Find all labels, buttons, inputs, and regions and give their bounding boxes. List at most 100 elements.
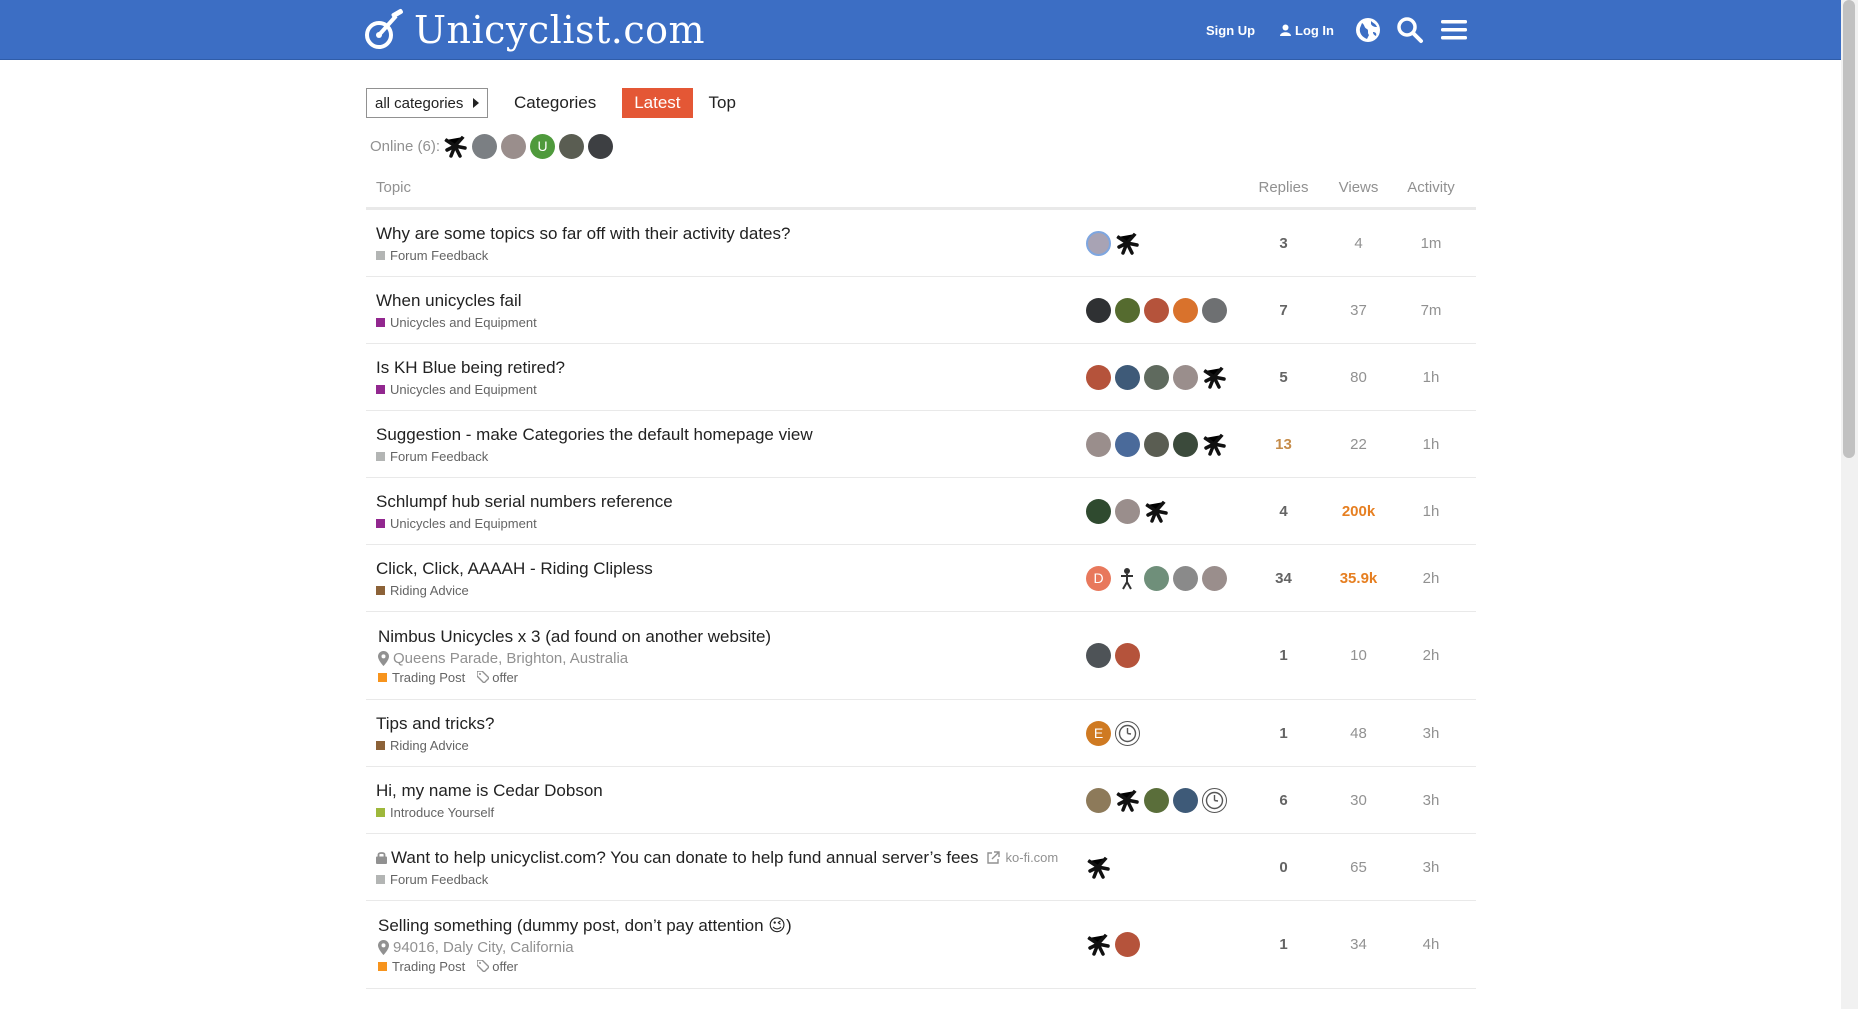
avatar[interactable] (588, 133, 614, 159)
avatar[interactable] (1115, 720, 1140, 746)
table-row[interactable]: Suggestion - make Categories the default… (366, 411, 1476, 478)
scrollbar-thumb[interactable] (1843, 0, 1855, 458)
column-views[interactable]: Views (1321, 179, 1396, 196)
category-badge[interactable]: Introduce Yourself (376, 805, 494, 820)
avatar[interactable] (1115, 565, 1140, 591)
activity-time[interactable]: 1h (1396, 503, 1466, 520)
avatar[interactable] (1173, 565, 1198, 591)
avatar[interactable] (1086, 643, 1111, 668)
table-row[interactable]: Click, Click, AAAAH - Riding Clipless Ri… (366, 545, 1476, 612)
column-replies[interactable]: Replies (1246, 179, 1321, 196)
hamburger-menu-icon[interactable] (1438, 14, 1470, 46)
table-row[interactable]: Want to help unicyclist.com? You can don… (366, 834, 1476, 901)
avatar[interactable] (1202, 364, 1227, 390)
activity-time[interactable]: 7m (1396, 302, 1466, 319)
avatar[interactable] (1173, 297, 1198, 323)
tab-top[interactable]: Top (697, 88, 748, 118)
table-row[interactable]: Is KH Blue being retired? Unicycles and … (366, 344, 1476, 411)
topic-title[interactable]: Hi, my name is Cedar Dobson (376, 781, 1086, 801)
avatar[interactable]: D (1086, 565, 1111, 591)
avatar[interactable] (1115, 297, 1140, 323)
topic-title[interactable]: Want to help unicyclist.com? You can don… (391, 848, 979, 868)
category-badge[interactable]: Riding Advice (376, 738, 469, 753)
avatar[interactable] (443, 133, 469, 159)
topic-title[interactable]: Schlumpf hub serial numbers reference (376, 492, 1086, 512)
topic-title[interactable]: Tips and tricks? (376, 714, 1086, 734)
avatar[interactable] (1115, 364, 1140, 390)
category-badge[interactable]: Unicycles and Equipment (376, 315, 537, 330)
topic-tag[interactable]: offer (477, 959, 518, 974)
avatar[interactable] (1144, 297, 1169, 323)
activity-time[interactable]: 2h (1396, 570, 1466, 587)
avatar[interactable] (1086, 787, 1111, 813)
topic-location[interactable]: 94016, Daly City, California (378, 939, 1086, 956)
table-row[interactable]: Selling something (dummy post, don’t pay… (366, 901, 1476, 989)
category-badge[interactable]: Trading Post (378, 959, 465, 974)
activity-time[interactable]: 3h (1396, 725, 1466, 742)
avatar[interactable] (1086, 297, 1111, 323)
external-domain[interactable]: ko-fi.com (1006, 850, 1059, 865)
site-logo[interactable]: Unicyclist.com (362, 4, 705, 56)
topic-location[interactable]: Queens Parade, Brighton, Australia (378, 650, 1086, 667)
activity-time[interactable]: 3h (1396, 859, 1466, 876)
topic-title[interactable]: Click, Click, AAAAH - Riding Clipless (376, 559, 1086, 579)
category-badge[interactable]: Trading Post (378, 670, 465, 685)
avatar[interactable] (1115, 787, 1140, 813)
tab-categories[interactable]: Categories (502, 88, 608, 118)
activity-time[interactable]: 3h (1396, 792, 1466, 809)
topic-title[interactable]: Is KH Blue being retired? (376, 358, 1086, 378)
sign-up-button[interactable]: Sign Up (1206, 0, 1255, 60)
table-row[interactable]: When unicycles fail Unicycles and Equipm… (366, 277, 1476, 344)
avatar[interactable] (1202, 787, 1227, 813)
table-row[interactable]: Schlumpf hub serial numbers reference Un… (366, 478, 1476, 545)
topic-title[interactable]: Nimbus Unicycles x 3 (ad found on anothe… (378, 627, 1086, 647)
avatar[interactable] (1144, 498, 1169, 524)
avatar[interactable] (1086, 498, 1111, 524)
activity-time[interactable]: 1h (1396, 369, 1466, 386)
avatar[interactable] (1115, 932, 1140, 957)
log-in-button[interactable]: Log In (1280, 0, 1334, 60)
avatar[interactable] (1115, 431, 1140, 457)
category-badge[interactable]: Riding Advice (376, 583, 469, 598)
avatar[interactable] (1202, 297, 1227, 323)
activity-time[interactable]: 4h (1396, 936, 1466, 953)
column-topic[interactable]: Topic (366, 179, 1086, 196)
category-dropdown[interactable]: all categories (366, 88, 488, 118)
topic-title[interactable]: When unicycles fail (376, 291, 1086, 311)
avatar[interactable] (1173, 787, 1198, 813)
category-badge[interactable]: Forum Feedback (376, 248, 488, 263)
language-globe-icon[interactable] (1352, 14, 1384, 46)
avatar[interactable]: E (1086, 720, 1111, 746)
topic-tag[interactable]: offer (477, 670, 518, 685)
page-scrollbar[interactable] (1841, 0, 1858, 1009)
category-badge[interactable]: Forum Feedback (376, 449, 488, 464)
avatar[interactable] (1115, 230, 1140, 256)
avatar[interactable] (1173, 364, 1198, 390)
avatar[interactable] (1144, 431, 1169, 457)
category-badge[interactable]: Forum Feedback (376, 872, 488, 887)
category-badge[interactable]: Unicycles and Equipment (376, 382, 537, 397)
avatar[interactable] (1086, 364, 1111, 390)
avatar[interactable] (1173, 431, 1198, 457)
avatar[interactable] (1086, 932, 1111, 957)
activity-time[interactable]: 1m (1396, 235, 1466, 252)
activity-time[interactable]: 2h (1396, 647, 1466, 664)
column-activity[interactable]: Activity (1396, 179, 1466, 196)
table-row[interactable]: Nimbus Unicycles x 3 (ad found on anothe… (366, 612, 1476, 700)
avatar[interactable] (1086, 431, 1111, 457)
avatar[interactable] (1144, 565, 1169, 591)
tab-latest[interactable]: Latest (622, 88, 693, 118)
avatar[interactable] (1144, 787, 1169, 813)
topic-title[interactable]: Suggestion - make Categories the default… (376, 425, 1086, 445)
topic-title[interactable]: Why are some topics so far off with thei… (376, 224, 1086, 244)
avatar[interactable] (1086, 854, 1111, 880)
avatar[interactable]: U (530, 133, 556, 159)
table-row[interactable]: Tips and tricks? Riding Advice E 1 48 3h (366, 700, 1476, 767)
table-row[interactable]: Why are some topics so far off with thei… (366, 210, 1476, 277)
table-row[interactable]: Hi, my name is Cedar Dobson Introduce Yo… (366, 767, 1476, 834)
category-badge[interactable]: Unicycles and Equipment (376, 516, 537, 531)
avatar[interactable] (1086, 230, 1111, 256)
avatar[interactable] (1202, 431, 1227, 457)
avatar[interactable] (559, 133, 585, 159)
activity-time[interactable]: 1h (1396, 436, 1466, 453)
